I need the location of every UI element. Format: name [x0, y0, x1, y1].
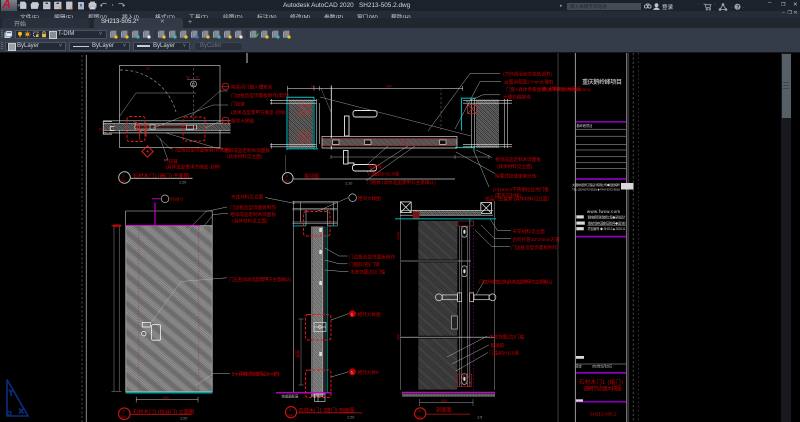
svg-text:2019年11月22日: 2019年11月22日: [592, 364, 612, 369]
svg-text:SH213-505.2: SH213-505.2: [590, 412, 618, 417]
svg-text:900: 900: [386, 85, 392, 89]
svg-text:相邻成品定制木饰面板: 相邻成品定制木饰面板: [224, 147, 270, 154]
svg-text:重庆鹅岭峰项目: 重庆鹅岭峰项目: [582, 78, 622, 86]
svg-text:项目编号 ◆ SH213 ◆ 2019.11: 项目编号 ◆ SH213 ◆ 2019.11: [588, 226, 626, 231]
svg-text:相邻成品定制木饰面板: 相邻成品定制木饰面板: [495, 156, 541, 163]
svg-text:05A: 05A: [284, 179, 291, 183]
svg-text:·: ·: [731, 5, 733, 11]
svg-text:4: 4: [418, 408, 421, 413]
svg-text:门槛胶(把)门锁: 门槛胶(把)门锁: [349, 261, 380, 268]
svg-text:相邻成品定制木饰面板: 相邻成品定制木饰面板: [230, 211, 276, 218]
svg-text:留高: 留高: [294, 350, 300, 358]
svg-text:鹅岭峰项目精装修工程 ◆ 深化设计: 鹅岭峰项目精装修工程 ◆ 深化设计: [588, 214, 627, 219]
svg-text:台面调原面17mm大理石: 台面调原面17mm大理石: [504, 78, 554, 85]
svg-text:门边框造型饰面板制作(需饰): 门边框造型饰面板制作(需饰): [231, 92, 290, 99]
svg-text:1: 1: [123, 173, 126, 178]
svg-text:石膏板: 石膏板: [368, 163, 382, 170]
svg-text:大连鹅岭装饰工程设计有限公司 ◆ 图纸编号: 大连鹅岭装饰工程设计有限公司 ◆ 图纸编号: [572, 182, 620, 187]
svg-text:25: 25: [99, 127, 103, 131]
svg-text:·: ·: [743, 5, 745, 11]
svg-text:1: 1: [351, 313, 353, 317]
svg-text:05A: 05A: [120, 415, 127, 419]
svg-text:2400: 2400: [397, 232, 401, 240]
svg-text:木皮饰面(拉)门槛: 木皮饰面(拉)门槛: [489, 333, 525, 340]
svg-text:05A: 05A: [416, 415, 423, 419]
svg-text:天花材料见立面: 天花材料见立面: [231, 193, 264, 200]
svg-text:重庆市渝中区鹅岭正街1号 ◆ 设计部: 重庆市渝中区鹅岭正街1号 ◆ 设计部: [588, 221, 627, 226]
svg-text:石材木门1 (暗门) 平面图: 石材木门1 (暗门) 平面图: [133, 171, 189, 179]
svg-text:50: 50: [196, 76, 200, 80]
svg-text:1: 1: [122, 409, 125, 414]
svg-text:门边框造型饰面板制作: 门边框造型饰面板制作: [230, 204, 276, 211]
svg-text:石材木门1 (拉丝门) 立面图: 石材木门1 (拉丝门) 立面图: [133, 407, 194, 415]
svg-text:4: 4: [286, 173, 289, 178]
svg-text:台阶托管10*20mm方管: 台阶托管10*20mm方管: [513, 236, 561, 243]
svg-text:门边框造型饰面板制作: 门边框造型饰面板制作: [349, 253, 395, 260]
svg-text:90: 90: [146, 67, 150, 71]
svg-text:05a(H): 05a(H): [170, 197, 184, 202]
svg-text:900: 900: [441, 399, 447, 403]
svg-text:1:20: 1:20: [180, 416, 187, 420]
svg-text:TEL 023-6372-5515 ◆ FAX 6372-5: TEL 023-6372-5515 ◆ FAX 6372-5516: [572, 188, 620, 192]
svg-text:天花材料见立面: 天花材料见立面: [513, 228, 546, 235]
svg-text:门铰链: 门铰链: [231, 101, 245, 108]
svg-text:相邻大样图: 相邻大样图: [358, 195, 381, 202]
svg-text:1:20: 1:20: [347, 415, 354, 419]
svg-text:(具体选型需甲方确定-封样): (具体选型需甲方确定-封样): [166, 163, 222, 170]
svg-text:大理石踢脚线: 大理石踢脚线: [503, 93, 531, 100]
svg-text:(具体材料见立面): (具体材料见立面): [227, 153, 263, 160]
svg-text:2: 2: [289, 407, 292, 412]
svg-text:60: 60: [311, 85, 315, 89]
svg-text:900: 900: [397, 334, 401, 340]
svg-text:门槛胶(H)3.5缝: 门槛胶(H)3.5缝: [368, 171, 400, 178]
svg-text:www.fwxw.com: www.fwxw.com: [587, 209, 620, 214]
svg-text:暗藏式铰链定制分色: 暗藏式铰链定制分色: [495, 172, 537, 179]
svg-text:900: 900: [163, 396, 169, 400]
svg-text:门五金(具体选型需甲方主意确认): 门五金(具体选型需甲方主意确认): [229, 276, 291, 283]
svg-text:05A: 05A: [120, 179, 127, 183]
svg-text:1:5: 1:5: [477, 415, 482, 419]
svg-text:(具体材料见立面): (具体材料见立面): [497, 163, 533, 170]
svg-text:(具体选型需甲方确定-封样): (具体选型需甲方确定-封样): [231, 109, 287, 116]
svg-text:峰_预留25mm间缝: 峰_预留25mm间缝: [542, 86, 581, 93]
svg-text:木皮饰面(拉)门槛: 木皮饰面(拉)门槛: [350, 269, 386, 276]
svg-text:?: ?: [736, 5, 739, 11]
svg-text:相邻大样5: 相邻大样5: [358, 369, 379, 376]
svg-text:5mm厚磨砂玻璃(预留25mm)(内): 5mm厚磨砂玻璃(预留25mm)(内): [232, 371, 280, 378]
svg-text:门锁体 (具体选型需甲方主意确认): 门锁体 (具体选型需甲方主意确认): [367, 179, 436, 186]
svg-text:玻璃胶: 玻璃胶: [491, 342, 505, 349]
svg-text:相邻大样图: 相邻大样图: [231, 117, 254, 124]
svg-text:05A: 05A: [287, 414, 294, 418]
svg-text:相邻图: 相邻图: [304, 173, 319, 180]
svg-text:门槛胶(H)15缝: 门槛胶(H)15缝: [489, 350, 519, 357]
svg-text:暗装闭门器入槽安装: 暗装闭门器入槽安装: [231, 83, 273, 90]
svg-text:(H)15mm不锈钢拉丝地门槛: (H)15mm不锈钢拉丝地门槛: [493, 186, 549, 193]
svg-text:1: 1: [351, 371, 353, 375]
svg-text:完成面标高: 完成面标高: [282, 393, 300, 398]
svg-text:1:10: 1:10: [345, 181, 352, 185]
svg-text:D: D: [192, 82, 195, 87]
svg-text:(具体材料见立面): (具体材料见立面): [232, 218, 268, 225]
svg-text:相邻大样图: 相邻大样图: [358, 311, 381, 318]
svg-text:石材木门1 (暗门) 剖面图: 石材木门1 (暗门) 剖面图: [299, 406, 355, 414]
svg-text:通用节点做大样图: 通用节点做大样图: [584, 385, 622, 393]
svg-text:门边框造型饰面板制作(需饰): 门边框造型饰面板制作(需饰): [172, 147, 231, 154]
svg-text:审定: 审定: [576, 364, 583, 369]
svg-text:门扇升降密封条(具体选型需甲方主意确认): 门扇升降密封条(具体选型需甲方主意确认): [479, 278, 552, 285]
svg-text:鹅岭峰项目: 鹅岭峰项目: [577, 123, 593, 128]
svg-text:1:20: 1:20: [179, 181, 186, 185]
svg-text:石材木门1 (暗门): 石材木门1 (暗门): [579, 378, 623, 386]
svg-text:剖面图: 剖面图: [436, 405, 452, 413]
svg-text:50: 50: [186, 76, 190, 80]
svg-text:门边框造型饰面板制作: 门边框造型饰面板制作: [511, 244, 557, 251]
svg-text:(万向调活动式高低调节): (万向调活动式高低调节): [503, 71, 552, 78]
